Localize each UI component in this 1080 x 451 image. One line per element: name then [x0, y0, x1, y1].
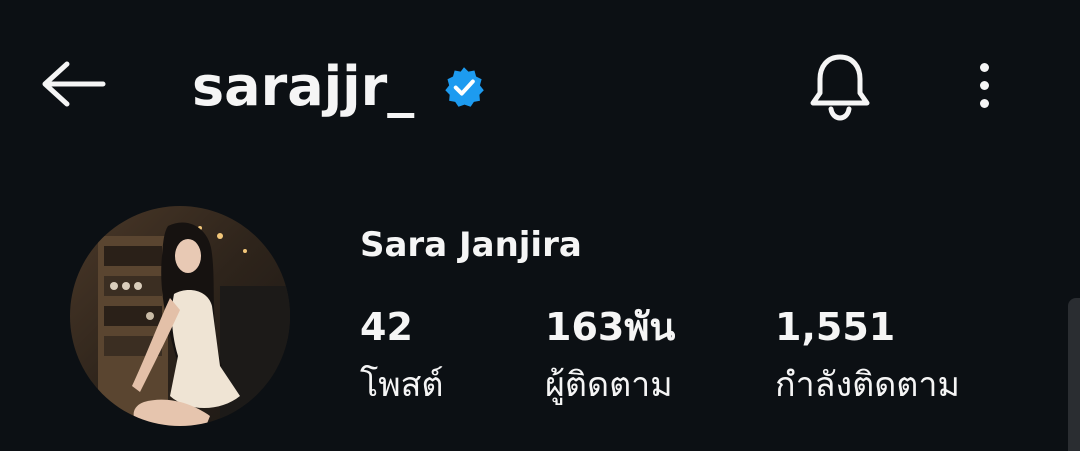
more-vertical-icon-dot — [979, 62, 989, 72]
scrollbar[interactable] — [1068, 298, 1080, 451]
posts-count: 42 — [360, 305, 413, 349]
bell-icon — [810, 54, 870, 121]
profile-photo — [70, 206, 290, 426]
followers-stat[interactable]: 163พัน ผู้ติดตาม — [545, 300, 675, 412]
followers-label: ผู้ติดตาม — [545, 365, 673, 405]
notifications-button[interactable] — [800, 48, 880, 124]
profile-username: sarajjr_ — [192, 55, 415, 118]
more-vertical-icon-dot — [979, 80, 989, 90]
profile-full-name: Sara Janjira — [360, 225, 582, 265]
verified-badge-icon — [445, 67, 484, 107]
more-options-button[interactable] — [962, 52, 1006, 118]
following-count: 1,551 — [775, 305, 896, 349]
following-stat[interactable]: 1,551 กำลังติดตาม — [775, 300, 960, 412]
followers-count: 163พัน — [545, 305, 676, 349]
back-arrow-icon — [42, 61, 106, 107]
back-button[interactable] — [34, 56, 110, 112]
posts-label: โพสต์ — [360, 365, 444, 405]
following-label: กำลังติดตาม — [775, 365, 960, 405]
more-vertical-icon-dot — [979, 98, 989, 108]
profile-header: sarajjr_ — [0, 0, 1080, 178]
posts-stat[interactable]: 42 โพสต์ — [360, 300, 444, 412]
avatar[interactable] — [70, 206, 290, 426]
